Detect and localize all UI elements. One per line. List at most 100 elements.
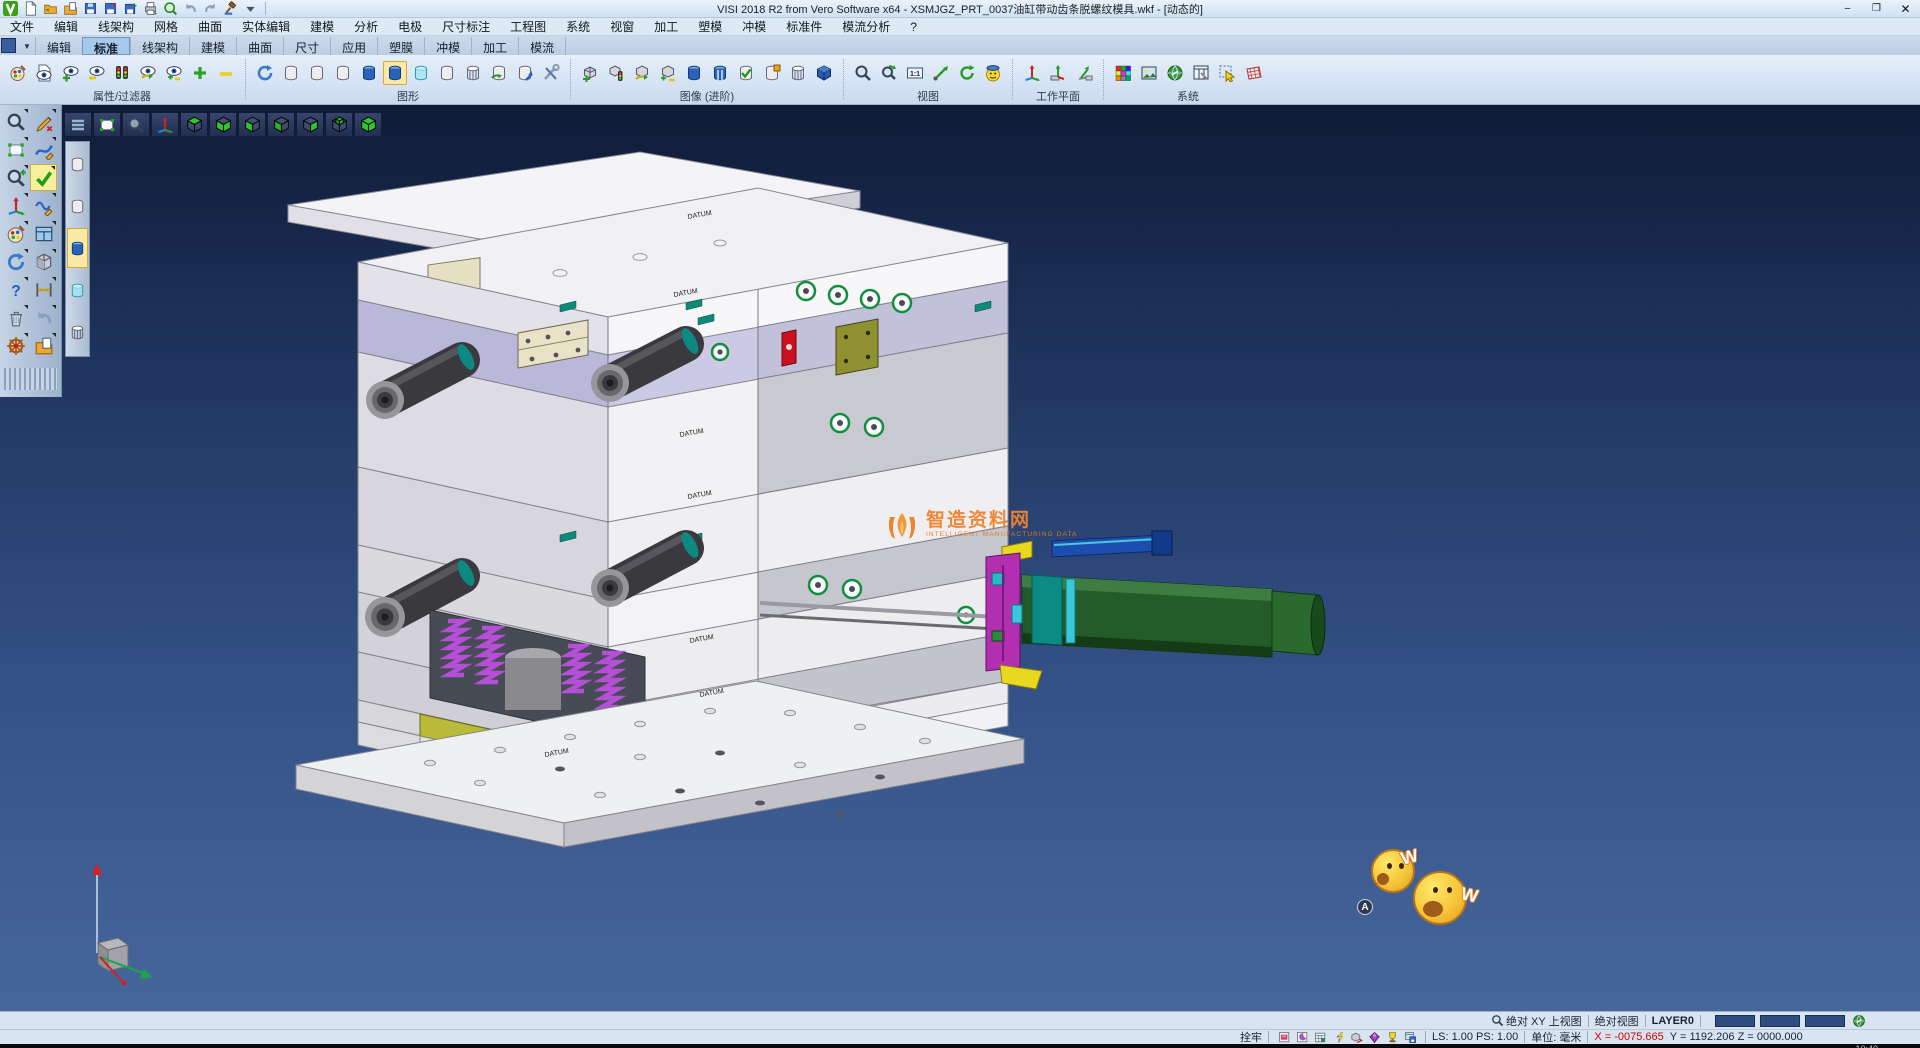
menu-item-17[interactable]: 模流分析 <box>832 18 900 35</box>
tab-线架构[interactable]: 线架构 <box>130 37 189 55</box>
menu-item-3[interactable]: 网格 <box>144 18 188 35</box>
toggle-visibility-icon[interactable] <box>162 61 186 85</box>
erase-sketch-icon[interactable] <box>30 108 57 135</box>
solid-preview-icon[interactable] <box>30 248 57 275</box>
menu-item-4[interactable]: 曲面 <box>188 18 232 35</box>
workplane-align-icon[interactable] <box>1072 61 1096 85</box>
pan-view-icon[interactable] <box>929 61 953 85</box>
tab-模流[interactable]: 模流 <box>518 37 566 55</box>
dock-drag-handle[interactable] <box>4 368 57 390</box>
wire-display-icon[interactable] <box>786 61 810 85</box>
menu-item-7[interactable]: 分析 <box>344 18 388 35</box>
absolute-view-label[interactable]: 绝对视图 <box>1595 1013 1639 1029</box>
search-icon[interactable] <box>1489 1014 1505 1028</box>
advanced-body-visibility-icon[interactable] <box>604 61 628 85</box>
confirm-action-icon[interactable] <box>30 164 57 191</box>
menu-item-6[interactable]: 建模 <box>300 18 344 35</box>
freehand-sketch-icon[interactable] <box>30 192 57 219</box>
zoom-1-1-icon[interactable]: 1:1 <box>903 61 927 85</box>
menu-item-1[interactable]: 编辑 <box>44 18 88 35</box>
close-button[interactable]: ✕ <box>1891 0 1920 18</box>
workplane-create-icon[interactable] <box>1020 61 1044 85</box>
regenerate-icon[interactable] <box>253 61 277 85</box>
display-shaded-icon[interactable] <box>67 228 88 268</box>
ghost-mode-icon[interactable] <box>435 61 459 85</box>
open-project-icon[interactable] <box>30 332 57 359</box>
view-iso-icon[interactable] <box>354 112 382 137</box>
advanced-refresh-body-icon[interactable] <box>630 61 654 85</box>
tab-曲面[interactable]: 曲面 <box>236 37 283 55</box>
menu-item-2[interactable]: 线架构 <box>88 18 144 35</box>
iso-view-box-icon[interactable] <box>812 61 836 85</box>
advanced-toggle-body-icon[interactable] <box>656 61 680 85</box>
shaded-mode-icon[interactable] <box>357 61 381 85</box>
maximize-button[interactable]: ❐ <box>1862 0 1891 18</box>
validated-display-icon[interactable] <box>734 61 758 85</box>
grid-view-icon[interactable] <box>30 220 57 247</box>
attributes-filter-icon[interactable] <box>6 61 30 85</box>
solid-status-icon[interactable] <box>1348 1030 1364 1044</box>
undo-action-icon[interactable] <box>30 304 57 331</box>
command-history-icon[interactable] <box>222 1 239 17</box>
attributes-manager-icon[interactable] <box>2 220 29 247</box>
zoom-window-icon[interactable] <box>851 61 875 85</box>
save-all-icon[interactable] <box>122 1 139 17</box>
minimize-button[interactable]: – <box>1833 0 1862 18</box>
menu-item-11[interactable]: 系统 <box>556 18 600 35</box>
view-fit-icon[interactable] <box>93 112 121 137</box>
menu-item-14[interactable]: 塑模 <box>688 18 732 35</box>
tab-建模[interactable]: 建模 <box>189 37 236 55</box>
undo-icon[interactable] <box>182 1 199 17</box>
selection-box-icon[interactable] <box>2 136 29 163</box>
measure-distance-icon[interactable] <box>30 276 57 303</box>
display-hidden-line-icon[interactable] <box>67 144 88 184</box>
new-document-icon[interactable] <box>22 1 39 17</box>
menu-item-0[interactable]: 文件 <box>0 18 44 35</box>
cylinder-dotted-icon[interactable] <box>279 61 303 85</box>
windows-taskbar-edge[interactable]: 10:40 <box>0 1044 1920 1048</box>
zoom-preview-icon[interactable] <box>2 108 29 135</box>
tab-尺寸[interactable]: 尺寸 <box>283 37 330 55</box>
grid-status-icon[interactable] <box>1312 1030 1328 1044</box>
filter-remove-icon[interactable] <box>214 61 238 85</box>
menu-item-8[interactable]: 电极 <box>388 18 432 35</box>
cup-status-icon[interactable] <box>1384 1030 1400 1044</box>
zoom-dynamic-icon[interactable] <box>877 61 901 85</box>
snap-status-icon[interactable] <box>1294 1030 1310 1044</box>
context-help-icon[interactable]: ? <box>2 276 29 303</box>
view-right-icon[interactable] <box>296 112 324 137</box>
tab-应用[interactable]: 应用 <box>330 37 377 55</box>
menu-item-9[interactable]: 尺寸标注 <box>432 18 500 35</box>
view-zoom-icon[interactable] <box>122 112 150 137</box>
view-left-icon[interactable] <box>238 112 266 137</box>
tab-标准[interactable]: 标准 <box>82 37 130 55</box>
cylinder-outline-icon[interactable] <box>331 61 355 85</box>
view-corner-icon[interactable] <box>325 112 353 137</box>
filter-add-icon[interactable] <box>188 61 212 85</box>
view-bottom-icon[interactable] <box>209 112 237 137</box>
hide-entities-icon[interactable] <box>84 61 108 85</box>
menu-item-12[interactable]: 视窗 <box>600 18 644 35</box>
workplane-move-icon[interactable] <box>1046 61 1070 85</box>
window-save-status-icon[interactable] <box>1402 1030 1418 1044</box>
regenerate-view-icon[interactable] <box>2 248 29 275</box>
sketch-curve-icon[interactable] <box>30 136 57 163</box>
shaded-edges-mode-icon[interactable] <box>383 61 407 85</box>
open-file-icon[interactable] <box>42 1 59 17</box>
delete-entities-icon[interactable] <box>2 304 29 331</box>
menu-item-15[interactable]: 冲模 <box>732 18 776 35</box>
selection-filter-icon[interactable] <box>1215 61 1239 85</box>
visi-logo-icon[interactable] <box>2 1 19 17</box>
tab-塑膜[interactable]: 塑膜 <box>377 37 424 55</box>
viewport-3d-model[interactable]: DATUM DATUM DATUM DATUM DATUM DATUM DATU… <box>0 105 1920 1011</box>
viewport-3d[interactable]: DATUM DATUM DATUM DATUM DATUM DATUM DATU… <box>0 105 1920 1011</box>
gem-status-icon[interactable] <box>1366 1030 1382 1044</box>
show-entities-icon[interactable] <box>58 61 82 85</box>
regen-shading-icon[interactable] <box>487 61 511 85</box>
system-options-icon[interactable] <box>1163 61 1187 85</box>
lock-toggle[interactable]: 拴牢 <box>1240 1029 1262 1045</box>
display-wireframe-icon[interactable] <box>67 312 88 352</box>
rotate-view-icon[interactable] <box>955 61 979 85</box>
tab-冲模[interactable]: 冲模 <box>424 37 471 55</box>
graphics-tools-icon[interactable] <box>539 61 563 85</box>
